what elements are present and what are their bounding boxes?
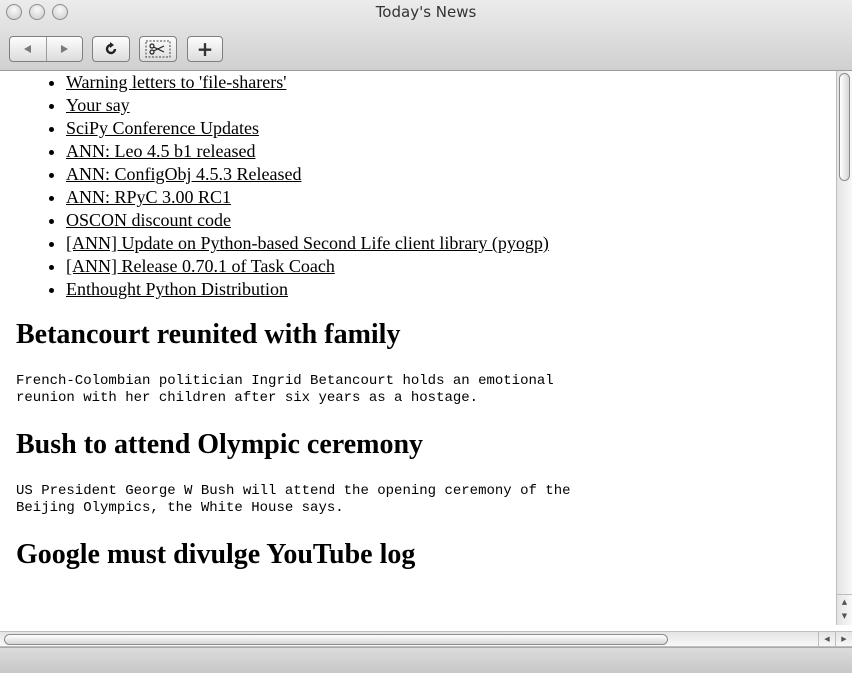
headline-link[interactable]: ANN: Leo 4.5 b1 released (66, 141, 255, 161)
vertical-scroll-arrows[interactable]: ▲ ▼ (837, 594, 852, 625)
back-button[interactable] (10, 37, 47, 61)
story-headline: Google must divulge YouTube log (16, 539, 416, 570)
headline-link[interactable]: Enthought Python Distribution (66, 279, 288, 299)
scissors-clip-icon (145, 40, 171, 58)
title-bar: Today's News + (0, 0, 852, 71)
horizontal-scroll-arrows[interactable]: ◀ ▶ (818, 632, 852, 646)
list-item: OSCON discount code (66, 209, 836, 232)
headline-link[interactable]: Your say (66, 95, 130, 115)
browser-window: Today's News + • Warning letters to 'fil… (0, 0, 852, 673)
headline-link[interactable]: SciPy Conference Updates (66, 118, 259, 138)
plus-icon: + (196, 37, 214, 61)
back-arrow-icon (23, 45, 31, 53)
story-headline: Betancourt reunited with family (16, 319, 401, 350)
list-item: Enthought Python Distribution (66, 278, 836, 301)
story-summary: French-Colombian politician Ingrid Betan… (16, 373, 554, 406)
vertical-scroll-thumb[interactable] (839, 73, 850, 181)
clip-button[interactable] (139, 36, 177, 62)
status-bar (0, 647, 852, 673)
horizontal-scroll-thumb[interactable] (4, 634, 668, 645)
headline-link-list: Warning letters to 'file-sharers' Your s… (0, 71, 836, 301)
page-content: Warning letters to 'file-sharers' Your s… (0, 71, 836, 625)
forward-arrow-icon (61, 45, 69, 53)
window-title: Today's News (375, 3, 477, 21)
scroll-down-arrow-icon[interactable]: ▼ (837, 609, 852, 623)
headline-link[interactable]: [ANN] Release 0.70.1 of Task Coach (66, 256, 335, 276)
list-item: ANN: RPyC 3.00 RC1 (66, 186, 836, 209)
headline-link[interactable]: ANN: RPyC 3.00 RC1 (66, 187, 231, 207)
add-bookmark-button[interactable]: + (187, 36, 223, 62)
list-item: Your say (66, 94, 836, 117)
forward-button[interactable] (47, 37, 83, 61)
vertical-scrollbar[interactable]: ▲ ▼ (836, 71, 852, 625)
list-item: Warning letters to 'file-sharers' (66, 71, 836, 94)
scroll-left-arrow-icon[interactable]: ◀ (818, 632, 835, 646)
story-summary: US President George W Bush will attend t… (16, 483, 571, 516)
scroll-up-arrow-icon[interactable]: ▲ (837, 595, 852, 609)
reload-icon (105, 42, 117, 55)
headline-link[interactable]: [ANN] Update on Python-based Second Life… (66, 233, 549, 253)
story-headline: Bush to attend Olympic ceremony (16, 429, 424, 460)
scroll-right-arrow-icon[interactable]: ▶ (835, 632, 852, 646)
headline-link[interactable]: Warning letters to 'file-sharers' (66, 72, 286, 92)
back-forward-control (9, 36, 83, 62)
list-item: [ANN] Release 0.70.1 of Task Coach (66, 255, 836, 278)
reload-button[interactable] (92, 36, 130, 62)
list-item: [ANN] Update on Python-based Second Life… (66, 232, 836, 255)
headline-link[interactable]: ANN: ConfigObj 4.5.3 Released (66, 164, 301, 184)
list-item: SciPy Conference Updates (66, 117, 836, 140)
headline-link[interactable]: OSCON discount code (66, 210, 231, 230)
list-item: ANN: Leo 4.5 b1 released (66, 140, 836, 163)
horizontal-scrollbar[interactable]: ◀ ▶ (0, 631, 852, 647)
list-item: ANN: ConfigObj 4.5.3 Released (66, 163, 836, 186)
